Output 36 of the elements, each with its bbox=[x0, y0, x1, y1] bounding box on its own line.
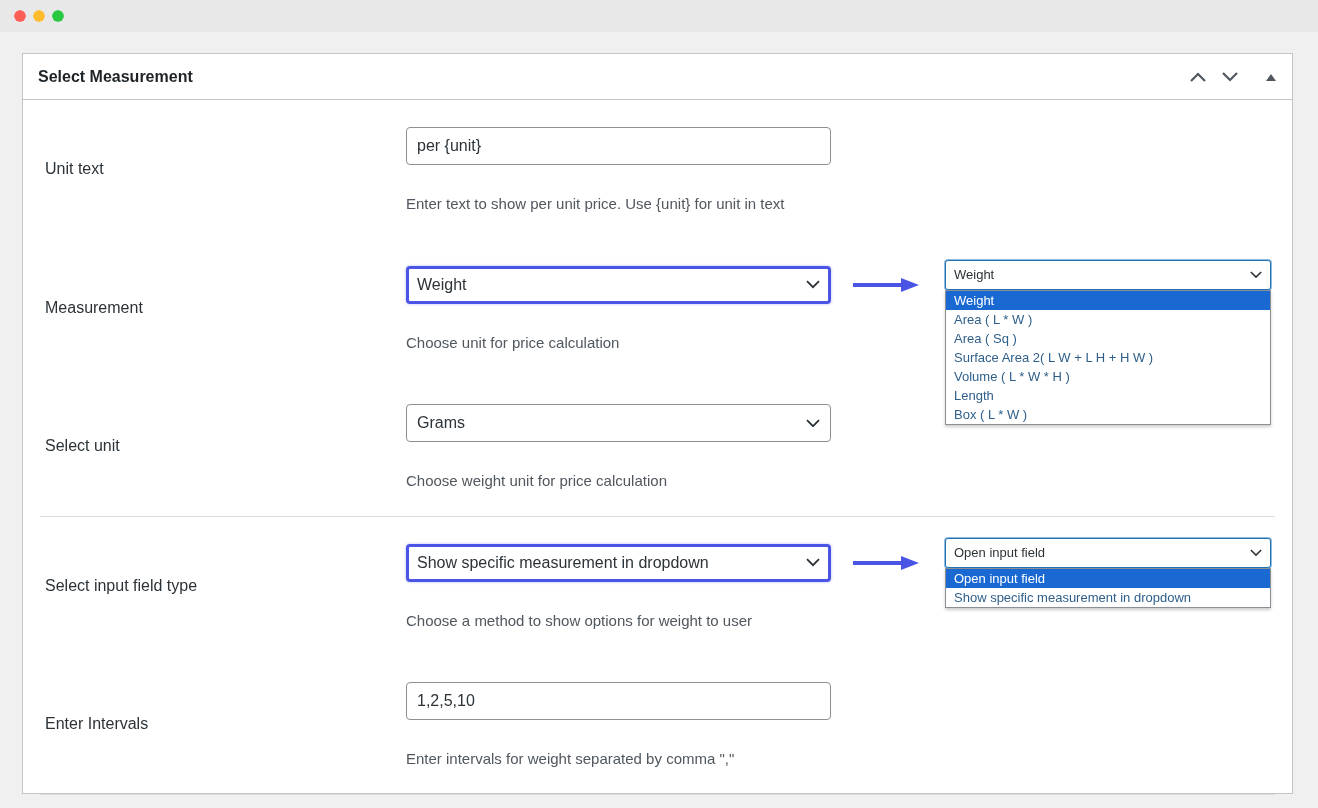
field-label: Measurement bbox=[44, 297, 144, 318]
dropdown-option[interactable]: Box ( L * W ) bbox=[946, 404, 1270, 424]
dropdown-option[interactable]: Length bbox=[946, 385, 1270, 405]
arrow-icon bbox=[853, 276, 919, 293]
field-label: Select input field type bbox=[44, 575, 199, 596]
dropdown-select[interactable]: Open input field bbox=[945, 537, 1271, 568]
chevron-down-icon bbox=[1250, 548, 1262, 557]
dropdown-select[interactable]: Weight bbox=[945, 259, 1271, 290]
chevron-up-icon[interactable] bbox=[1189, 70, 1207, 83]
chevron-down-icon bbox=[1250, 270, 1262, 279]
dropdown-option[interactable]: Area ( L * W ) bbox=[946, 309, 1270, 329]
help-text: Choose a method to show options for weight to user bbox=[406, 610, 753, 631]
chevron-down-icon bbox=[806, 280, 820, 289]
panel-title: Select Measurement bbox=[38, 66, 194, 87]
chevron-down-icon bbox=[806, 418, 820, 428]
help-text: Choose unit for price calculation bbox=[406, 332, 620, 353]
dropdown-option[interactable]: Weight bbox=[946, 290, 1270, 310]
dropdown-option[interactable]: Surface Area 2( L W + L H + H W ) bbox=[946, 347, 1270, 367]
dropdown-option[interactable]: Show specific measurement in dropdown bbox=[946, 587, 1270, 607]
text-input-field[interactable]: 1,2,5,10 bbox=[406, 682, 831, 720]
field-label: Enter Intervals bbox=[44, 714, 150, 735]
select-field[interactable]: Weight bbox=[406, 265, 831, 304]
field-label: Select unit bbox=[44, 436, 121, 457]
field-label: Unit text bbox=[44, 159, 105, 180]
select-field[interactable]: Show specific measurement in dropdown bbox=[406, 543, 831, 582]
dropdown-option[interactable]: Open input field bbox=[946, 568, 1270, 588]
text-input-field[interactable]: per {unit} bbox=[406, 127, 831, 165]
dropdown-option[interactable]: Area ( Sq ) bbox=[946, 328, 1270, 348]
help-text: Choose weight unit for price calculation bbox=[406, 471, 667, 491]
chevron-down-icon bbox=[806, 558, 820, 567]
help-text: Enter text to show per unit price. Use {unit} for unit in text bbox=[406, 194, 785, 214]
select-field[interactable]: Grams bbox=[406, 404, 831, 442]
dropdown-option[interactable]: Volume ( L * W * H ) bbox=[946, 366, 1270, 386]
chevron-down-icon[interactable] bbox=[1221, 70, 1239, 83]
arrow-icon bbox=[853, 554, 919, 571]
help-text: Enter intervals for weight separated by comma "," bbox=[406, 749, 735, 769]
